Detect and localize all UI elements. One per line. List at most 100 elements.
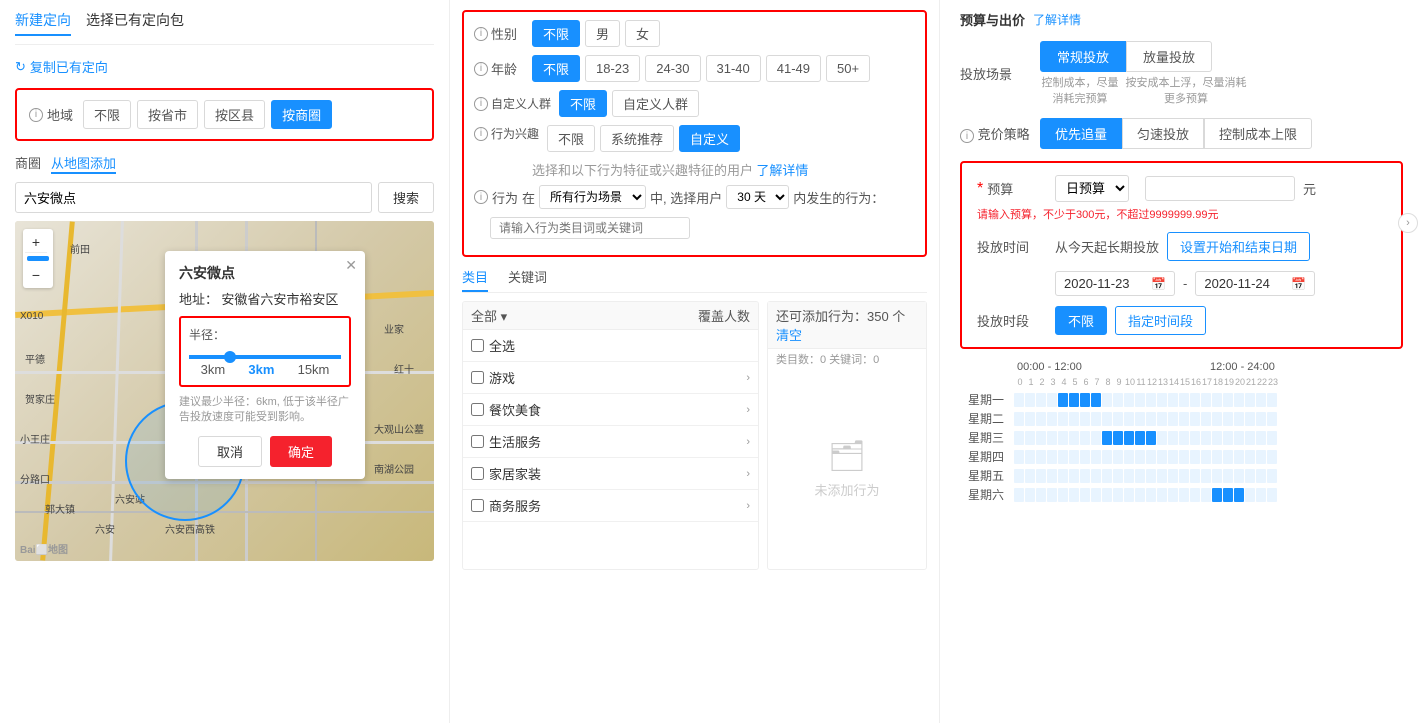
time-cell[interactable] [1234, 431, 1244, 445]
time-cell[interactable] [1091, 431, 1101, 445]
time-cell[interactable] [1102, 450, 1112, 464]
time-cell[interactable] [1025, 469, 1035, 483]
time-cell[interactable] [1113, 469, 1123, 483]
time-cell[interactable] [1267, 412, 1277, 426]
time-cell[interactable] [1058, 412, 1068, 426]
time-cell[interactable] [1267, 431, 1277, 445]
time-cell[interactable] [1036, 431, 1046, 445]
time-cell[interactable] [1256, 412, 1266, 426]
time-cell[interactable] [1245, 412, 1255, 426]
time-cell[interactable] [1091, 450, 1101, 464]
time-cell[interactable] [1135, 469, 1145, 483]
time-cell[interactable] [1135, 488, 1145, 502]
time-cell[interactable] [1113, 393, 1123, 407]
time-cell[interactable] [1234, 488, 1244, 502]
time-cell[interactable] [1047, 431, 1057, 445]
time-cell[interactable] [1080, 488, 1090, 502]
time-cell[interactable] [1014, 412, 1024, 426]
time-cell[interactable] [1058, 450, 1068, 464]
time-cell[interactable] [1102, 488, 1112, 502]
time-cell[interactable] [1212, 412, 1222, 426]
time-cell[interactable] [1256, 393, 1266, 407]
time-cell[interactable] [1135, 412, 1145, 426]
time-cell[interactable] [1102, 469, 1112, 483]
time-cell[interactable] [1025, 393, 1035, 407]
bid-priority[interactable]: 优先追量 [1040, 118, 1122, 149]
popup-cancel-button[interactable]: 取消 [198, 436, 262, 467]
age-unlimited[interactable]: 不限 [532, 55, 580, 82]
tab-category[interactable]: 类目 [462, 267, 488, 292]
tab-existing[interactable]: 选择已有定向包 [86, 10, 184, 36]
time-cell[interactable] [1124, 393, 1134, 407]
check-home[interactable] [471, 467, 484, 480]
time-cell[interactable] [1036, 469, 1046, 483]
all-dropdown[interactable]: 全部 ▾ [471, 306, 507, 325]
time-cell[interactable] [1179, 488, 1189, 502]
time-cell[interactable] [1256, 488, 1266, 502]
time-cell[interactable] [1146, 469, 1156, 483]
time-cell[interactable] [1212, 469, 1222, 483]
time-cell[interactable] [1047, 393, 1057, 407]
time-cell[interactable] [1245, 393, 1255, 407]
time-cell[interactable] [1168, 488, 1178, 502]
set-date-button[interactable]: 设置开始和结束日期 [1167, 232, 1310, 261]
time-cell[interactable] [1036, 488, 1046, 502]
time-cell[interactable] [1190, 450, 1200, 464]
time-cell[interactable] [1113, 431, 1123, 445]
map-source-shangquan[interactable]: 商圈 [15, 153, 41, 174]
time-cell[interactable] [1014, 393, 1024, 407]
age-31-40[interactable]: 31-40 [706, 55, 761, 82]
gender-option-male[interactable]: 男 [585, 20, 620, 47]
time-cell[interactable] [1102, 412, 1112, 426]
time-cell[interactable] [1179, 393, 1189, 407]
list-item[interactable]: 家电数码 › [463, 522, 758, 530]
map-source-frommap[interactable]: 从地图添加 [51, 153, 116, 174]
time-cell[interactable] [1146, 431, 1156, 445]
time-cell[interactable] [1157, 412, 1167, 426]
radius-3km-2[interactable]: 3km [248, 362, 274, 377]
time-cell[interactable] [1267, 450, 1277, 464]
time-cell[interactable] [1223, 488, 1233, 502]
time-cell[interactable] [1058, 431, 1068, 445]
behavior-system[interactable]: 系统推荐 [600, 125, 674, 152]
behavior-custom[interactable]: 自定义 [679, 125, 740, 152]
time-cell[interactable] [1047, 412, 1057, 426]
time-cell[interactable] [1223, 450, 1233, 464]
map-search-button[interactable]: 搜索 [378, 182, 434, 213]
time-cell[interactable] [1091, 488, 1101, 502]
list-item[interactable]: 家居家装 › [463, 458, 758, 490]
map-zoom-in[interactable]: + [25, 231, 47, 253]
time-cell[interactable] [1168, 412, 1178, 426]
time-cell[interactable] [1135, 450, 1145, 464]
time-cell[interactable] [1201, 488, 1211, 502]
keyword-input[interactable] [490, 217, 690, 239]
time-cell[interactable] [1058, 469, 1068, 483]
time-cell[interactable] [1168, 431, 1178, 445]
action-icon[interactable]: i [474, 190, 488, 204]
age-41-49[interactable]: 41-49 [766, 55, 821, 82]
end-date-input[interactable]: 2020-11-24 📅 [1195, 271, 1315, 296]
time-cell[interactable] [1201, 393, 1211, 407]
time-cell[interactable] [1146, 450, 1156, 464]
time-cell[interactable] [1179, 469, 1189, 483]
time-cell[interactable] [1212, 488, 1222, 502]
time-cell[interactable] [1190, 412, 1200, 426]
list-item[interactable]: 生活服务 › [463, 426, 758, 458]
info-icon-bid[interactable]: i [960, 129, 974, 143]
copy-link[interactable]: ↻ 复制已有定向 [15, 57, 434, 76]
time-cell[interactable] [1069, 431, 1079, 445]
time-cell[interactable] [1025, 412, 1035, 426]
time-cell[interactable] [1157, 469, 1167, 483]
popup-close-button[interactable]: ✕ [345, 257, 357, 274]
time-cell[interactable] [1113, 488, 1123, 502]
time-cell[interactable] [1245, 469, 1255, 483]
info-icon-age[interactable]: i [474, 62, 488, 76]
time-cell[interactable] [1256, 469, 1266, 483]
list-item[interactable]: 全选 [463, 330, 758, 362]
time-cell[interactable] [1234, 450, 1244, 464]
info-icon-region[interactable]: i [29, 108, 43, 122]
time-cell[interactable] [1146, 412, 1156, 426]
time-cell[interactable] [1190, 431, 1200, 445]
time-cell[interactable] [1168, 393, 1178, 407]
age-18-23[interactable]: 18-23 [585, 55, 640, 82]
